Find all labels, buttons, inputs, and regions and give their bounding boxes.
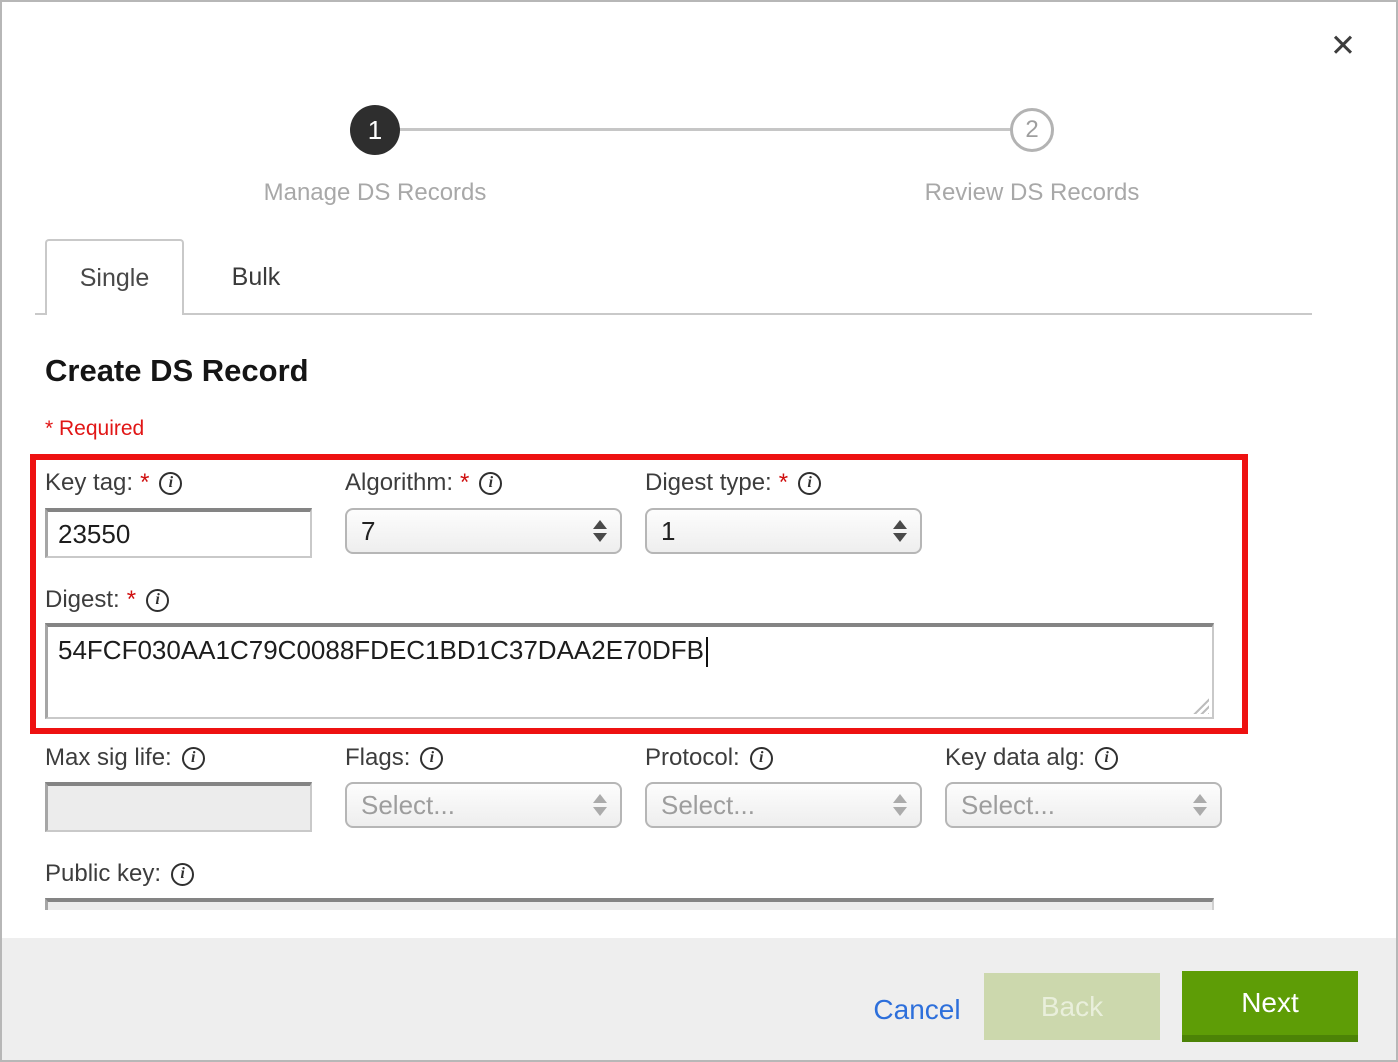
public-key-label: Public key: i: [45, 860, 194, 888]
resize-handle-icon[interactable]: [1192, 697, 1209, 714]
page-title: Create DS Record: [45, 353, 309, 389]
create-ds-record-dialog: ✕ 1 2 Manage DS Records Review DS Record…: [0, 0, 1398, 1062]
digest-type-select[interactable]: 1: [645, 508, 922, 554]
tab-bar-divider: [35, 313, 1312, 315]
protocol-placeholder: Select...: [661, 790, 755, 821]
tab-single[interactable]: Single: [45, 239, 184, 315]
required-asterisk: *: [460, 469, 469, 497]
text-caret: [706, 637, 708, 667]
key-data-alg-placeholder: Select...: [961, 790, 1055, 821]
key-tag-label-text: Key tag:: [45, 469, 133, 497]
max-sig-life-input[interactable]: [45, 782, 312, 832]
max-sig-life-label-text: Max sig life:: [45, 744, 172, 772]
algorithm-select[interactable]: 7: [345, 508, 622, 554]
info-icon[interactable]: i: [171, 863, 194, 886]
key-data-alg-select[interactable]: Select...: [945, 782, 1222, 828]
key-data-alg-label: Key data alg: i: [945, 744, 1118, 772]
flags-label-text: Flags:: [345, 744, 410, 772]
select-arrows-icon: [593, 794, 607, 816]
flags-placeholder: Select...: [361, 790, 455, 821]
key-tag-value: 23550: [58, 519, 130, 550]
digest-label: Digest: * i: [45, 586, 169, 614]
step-1-label: Manage DS Records: [225, 179, 525, 207]
protocol-label: Protocol: i: [645, 744, 773, 772]
info-icon[interactable]: i: [159, 472, 182, 495]
key-data-alg-label-text: Key data alg:: [945, 744, 1085, 772]
info-icon[interactable]: i: [182, 747, 205, 770]
public-key-label-text: Public key:: [45, 860, 161, 888]
step-2-label: Review DS Records: [882, 179, 1182, 207]
digest-type-label-text: Digest type:: [645, 469, 772, 497]
close-icon[interactable]: ✕: [1320, 24, 1366, 68]
protocol-select[interactable]: Select...: [645, 782, 922, 828]
required-asterisk: *: [779, 469, 788, 497]
required-asterisk: *: [140, 469, 149, 497]
info-icon[interactable]: i: [750, 747, 773, 770]
digest-label-text: Digest:: [45, 586, 120, 614]
select-arrows-icon: [893, 520, 907, 542]
digest-textarea[interactable]: 54FCF030AA1C79C0088FDEC1BD1C37DAA2E70DFB: [45, 623, 1214, 719]
info-icon[interactable]: i: [1095, 747, 1118, 770]
back-button[interactable]: Back: [984, 973, 1160, 1040]
info-icon[interactable]: i: [798, 472, 821, 495]
stepper-connector-line: [400, 128, 1010, 131]
algorithm-label-text: Algorithm:: [345, 469, 453, 497]
protocol-label-text: Protocol:: [645, 744, 740, 772]
key-tag-input[interactable]: 23550: [45, 508, 312, 558]
cancel-button[interactable]: Cancel: [852, 988, 982, 1032]
next-button[interactable]: Next: [1182, 971, 1358, 1042]
step-2-indicator: 2: [1010, 108, 1054, 152]
algorithm-selected-value: 7: [361, 516, 375, 547]
flags-label: Flags: i: [345, 744, 443, 772]
public-key-textarea[interactable]: [45, 898, 1214, 910]
key-tag-label: Key tag: * i: [45, 469, 182, 497]
info-icon[interactable]: i: [479, 472, 502, 495]
select-arrows-icon: [593, 520, 607, 542]
tab-bulk[interactable]: Bulk: [186, 241, 326, 313]
step-1-indicator: 1: [350, 105, 400, 155]
required-asterisk: *: [127, 586, 136, 614]
max-sig-life-label: Max sig life: i: [45, 744, 205, 772]
digest-type-label: Digest type: * i: [645, 469, 821, 497]
algorithm-label: Algorithm: * i: [345, 469, 502, 497]
digest-value: 54FCF030AA1C79C0088FDEC1BD1C37DAA2E70DFB: [58, 635, 704, 666]
info-icon[interactable]: i: [146, 589, 169, 612]
flags-select[interactable]: Select...: [345, 782, 622, 828]
required-note: * Required: [45, 417, 144, 441]
select-arrows-icon: [893, 794, 907, 816]
info-icon[interactable]: i: [420, 747, 443, 770]
digest-type-selected-value: 1: [661, 516, 675, 547]
select-arrows-icon: [1193, 794, 1207, 816]
